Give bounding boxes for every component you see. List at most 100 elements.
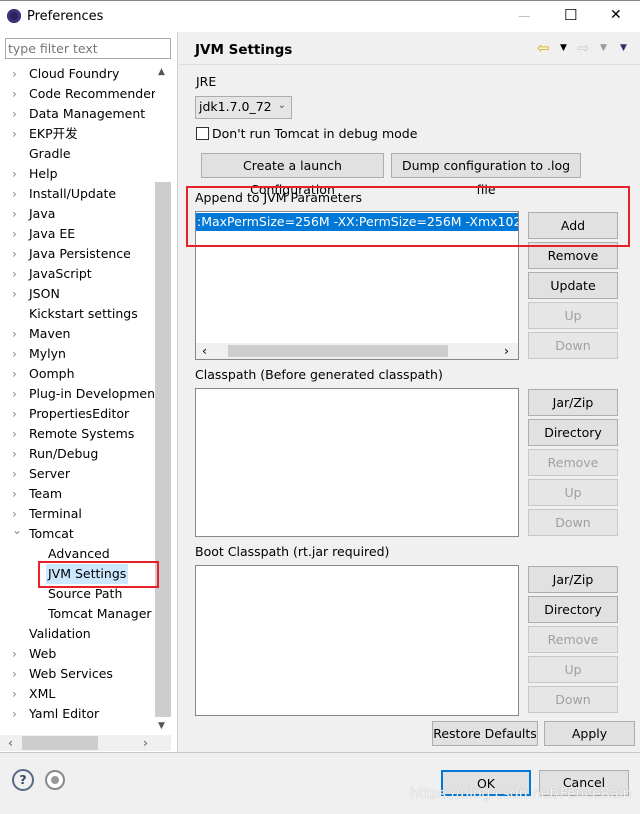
up-button[interactable]: Up bbox=[528, 302, 618, 329]
tree-vertical-scrollbar[interactable]: ▲ ▼ bbox=[155, 65, 171, 735]
chevron-right-icon[interactable]: › bbox=[12, 344, 17, 364]
tree-item[interactable]: › Code Recommenders bbox=[0, 84, 155, 104]
jre-select[interactable]: jdk1.7.0_72 ⌄ bbox=[195, 96, 292, 119]
chevron-right-icon[interactable]: › bbox=[12, 424, 17, 444]
tree-item[interactable]: › Yaml Editor bbox=[0, 704, 155, 724]
tree-item[interactable]: › JavaScript bbox=[0, 264, 155, 284]
tree-item[interactable]: › Server bbox=[0, 464, 155, 484]
tree-item[interactable]: › Team bbox=[0, 484, 155, 504]
h-scroll-thumb[interactable] bbox=[22, 736, 98, 750]
scroll-right-icon[interactable]: › bbox=[504, 343, 509, 358]
chevron-right-icon[interactable]: › bbox=[12, 84, 17, 104]
chevron-right-icon[interactable]: › bbox=[12, 444, 17, 464]
create-launch-config-button[interactable]: Create a launch Configuration bbox=[201, 153, 384, 197]
restore-defaults-button[interactable]: Restore Defaults bbox=[432, 721, 538, 746]
chevron-down-icon[interactable]: ⌄ bbox=[12, 520, 22, 540]
tree-item[interactable]: › Remote Systems bbox=[0, 424, 155, 444]
scroll-down-icon[interactable]: ▼ bbox=[158, 721, 165, 731]
dump-config-button[interactable]: Dump configuration to .log file bbox=[391, 153, 581, 197]
tree-item[interactable]: Validation bbox=[0, 624, 155, 644]
record-icon[interactable] bbox=[45, 770, 65, 790]
maximize-button[interactable]: ☐ bbox=[564, 6, 577, 24]
back-arrow-icon[interactable]: ⇦ bbox=[537, 39, 550, 57]
tree-item[interactable]: › Java Persistence bbox=[0, 244, 155, 264]
chevron-right-icon[interactable]: › bbox=[12, 364, 17, 384]
forward-arrow-icon[interactable]: ⇨ bbox=[577, 39, 590, 57]
scroll-right-icon[interactable]: › bbox=[143, 735, 148, 750]
chevron-right-icon[interactable]: › bbox=[12, 244, 17, 264]
scroll-up-icon[interactable]: ▲ bbox=[158, 67, 165, 77]
scroll-thumb[interactable] bbox=[155, 182, 171, 717]
chevron-right-icon[interactable]: › bbox=[12, 164, 17, 184]
chevron-right-icon[interactable]: › bbox=[12, 204, 17, 224]
directory-button[interactable]: Directory bbox=[528, 596, 618, 623]
close-button[interactable]: ✕ bbox=[610, 7, 622, 23]
remove-button[interactable]: Remove bbox=[528, 626, 618, 653]
tree-item[interactable]: › Run/Debug bbox=[0, 444, 155, 464]
apply-button[interactable]: Apply bbox=[544, 721, 635, 746]
update-button[interactable]: Update bbox=[528, 272, 618, 299]
classpath-list[interactable] bbox=[195, 388, 519, 537]
watermark: https://blog.csdn.net/FenceRain bbox=[410, 786, 632, 802]
chevron-right-icon[interactable]: › bbox=[12, 404, 17, 424]
chevron-right-icon[interactable]: › bbox=[12, 384, 17, 404]
tree-item[interactable]: Gradle bbox=[0, 144, 155, 164]
chevron-right-icon[interactable]: › bbox=[12, 324, 17, 344]
chevron-right-icon[interactable]: › bbox=[12, 464, 17, 484]
tree-horizontal-scrollbar[interactable]: ‹ › bbox=[0, 735, 171, 751]
tree-item[interactable]: › Web Services bbox=[0, 664, 155, 684]
down-button[interactable]: Down bbox=[528, 686, 618, 713]
tree-item[interactable]: › Plug-in Development bbox=[0, 384, 155, 404]
tree-item[interactable]: › Data Management bbox=[0, 104, 155, 124]
chevron-right-icon[interactable]: › bbox=[12, 704, 17, 724]
back-dropdown-icon[interactable]: ▼ bbox=[560, 43, 567, 53]
remove-button[interactable]: Remove bbox=[528, 449, 618, 476]
down-button[interactable]: Down bbox=[528, 509, 618, 536]
down-button[interactable]: Down bbox=[528, 332, 618, 359]
help-icon[interactable]: ? bbox=[12, 769, 34, 791]
tree-item[interactable]: › Terminal bbox=[0, 504, 155, 524]
tree-item[interactable]: › Install/Update bbox=[0, 184, 155, 204]
tree-item[interactable]: › XML bbox=[0, 684, 155, 704]
chevron-right-icon[interactable]: › bbox=[12, 684, 17, 704]
chevron-right-icon[interactable]: › bbox=[12, 224, 17, 244]
tree-item[interactable]: › Oomph bbox=[0, 364, 155, 384]
tree-item[interactable]: › Cloud Foundry bbox=[0, 64, 155, 84]
tree-item[interactable]: ⌄ Tomcat bbox=[0, 523, 155, 544]
chevron-right-icon[interactable]: › bbox=[12, 484, 17, 504]
up-button[interactable]: Up bbox=[528, 479, 618, 506]
chevron-right-icon[interactable]: › bbox=[12, 664, 17, 684]
boot-classpath-list[interactable] bbox=[195, 565, 519, 716]
tree-item[interactable]: Kickstart settings bbox=[0, 304, 155, 324]
chevron-right-icon[interactable]: › bbox=[12, 284, 17, 304]
jar-zip-button[interactable]: Jar/Zip bbox=[528, 566, 618, 593]
tree-item[interactable]: › Web bbox=[0, 644, 155, 664]
chevron-right-icon[interactable]: › bbox=[12, 644, 17, 664]
directory-button[interactable]: Directory bbox=[528, 419, 618, 446]
tree-item[interactable]: › Maven bbox=[0, 324, 155, 344]
list-h-scrollbar[interactable]: ‹ › bbox=[196, 343, 518, 359]
tree-item[interactable]: › Mylyn bbox=[0, 344, 155, 364]
forward-dropdown-icon[interactable]: ▼ bbox=[600, 43, 607, 53]
jar-zip-button[interactable]: Jar/Zip bbox=[528, 389, 618, 416]
scroll-left-icon[interactable]: ‹ bbox=[8, 735, 13, 750]
chevron-right-icon[interactable]: › bbox=[12, 64, 17, 84]
tree-item[interactable]: › JSON bbox=[0, 284, 155, 304]
view-menu-icon[interactable]: ▼ bbox=[620, 43, 627, 53]
tree-item[interactable]: › Help bbox=[0, 164, 155, 184]
chevron-right-icon[interactable]: › bbox=[12, 104, 17, 124]
chevron-right-icon[interactable]: › bbox=[12, 124, 17, 144]
up-button[interactable]: Up bbox=[528, 656, 618, 683]
filter-input[interactable] bbox=[5, 38, 171, 59]
scroll-left-icon[interactable]: ‹ bbox=[202, 343, 207, 358]
tree-item[interactable]: Tomcat Manager App bbox=[0, 604, 155, 624]
tree-item[interactable]: › EKP开发 bbox=[0, 124, 155, 144]
tree-item[interactable]: › PropertiesEditor bbox=[0, 404, 155, 424]
chevron-right-icon[interactable]: › bbox=[12, 264, 17, 284]
debug-checkbox[interactable] bbox=[196, 127, 209, 140]
h-scroll-thumb[interactable] bbox=[228, 345, 448, 357]
tree-item[interactable]: › Java bbox=[0, 204, 155, 224]
chevron-right-icon[interactable]: › bbox=[12, 184, 17, 204]
minimize-button[interactable]: — bbox=[518, 8, 531, 23]
tree-item[interactable]: › Java EE bbox=[0, 224, 155, 244]
